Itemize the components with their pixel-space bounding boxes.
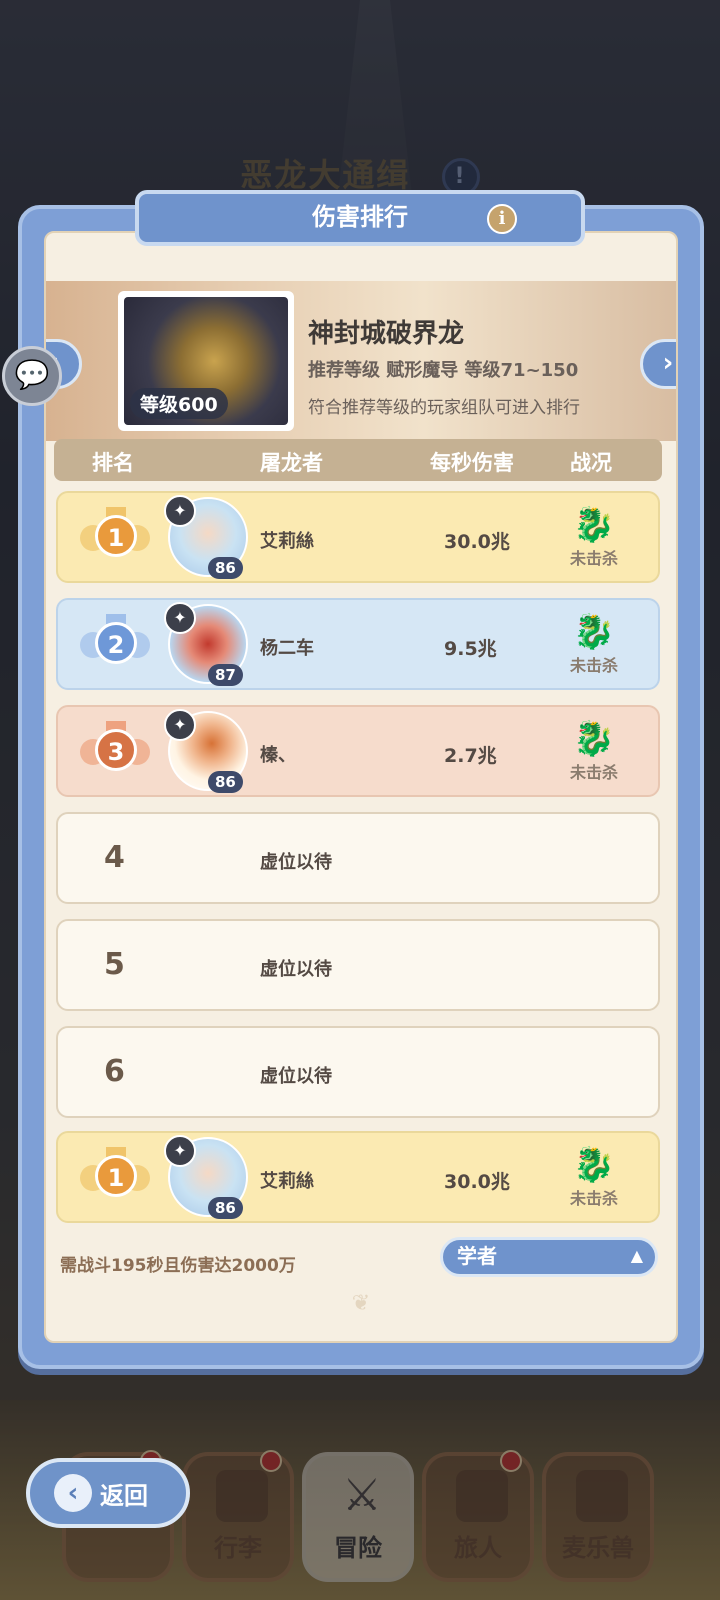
boss-portrait: 等级600 xyxy=(118,291,294,431)
battle-status: 🐉 未击杀 xyxy=(564,1145,624,1209)
class-emblem-icon: ✦ xyxy=(164,709,196,741)
table-row: 6 虚位以待 xyxy=(56,1026,660,1118)
class-emblem-icon: ✦ xyxy=(164,602,196,634)
player-dps: 9.5兆 xyxy=(444,638,497,660)
my-rank-row[interactable]: 1 ✦ 86 艾莉絲 30.0兆 🐉 未击杀 xyxy=(56,1131,660,1223)
vacant-slot: 虚位以待 xyxy=(260,959,332,980)
panel-content: 等级600 神封城破界龙 推荐等级 赋形魔导 等级71~150 符合推荐等级的玩… xyxy=(44,231,678,1343)
vacant-slot: 虚位以待 xyxy=(260,852,332,873)
header-status: 战况 xyxy=(570,451,612,475)
caret-up-icon: ▲ xyxy=(630,1246,643,1265)
battle-status: 🐉 未击杀 xyxy=(564,612,624,676)
ornament-icon: ❦ xyxy=(351,1291,371,1316)
status-text: 未击杀 xyxy=(569,763,618,782)
rank-number: 4 xyxy=(104,840,125,875)
class-select[interactable]: 学者 ▲ xyxy=(440,1237,658,1277)
dragon-icon: 🐉 xyxy=(572,505,616,545)
rank-medal-silver: 2 xyxy=(80,614,150,676)
boss-recommend: 推荐等级 赋形魔导 等级71~150 xyxy=(308,360,579,381)
player-level: 86 xyxy=(208,771,243,793)
player-dps: 2.7兆 xyxy=(444,745,497,767)
rank-number: 3 xyxy=(95,729,137,771)
damage-ranking-panel: 等级600 神封城破界龙 推荐等级 赋形魔导 等级71~150 符合推荐等级的玩… xyxy=(18,205,704,1369)
back-arrow-icon: ‹ xyxy=(54,1474,92,1512)
dragon-icon: 🐉 xyxy=(572,612,616,652)
status-text: 未击杀 xyxy=(569,656,618,675)
boss-banner: 等级600 神封城破界龙 推荐等级 赋形魔导 等级71~150 符合推荐等级的玩… xyxy=(46,281,676,441)
player-level: 86 xyxy=(208,1197,243,1219)
dragon-icon: 🐉 xyxy=(572,1145,616,1185)
rank-number: 2 xyxy=(95,622,137,664)
panel-title: 伤害排行 xyxy=(312,203,408,231)
status-text: 未击杀 xyxy=(569,549,618,568)
ranking-list[interactable]: 1 ✦ 86 艾莉絲 30.0兆 🐉 未击杀 2 ✦ 87 杨二车 9.5兆 🐉… xyxy=(46,487,676,1127)
table-row[interactable]: 3 ✦ 86 榛、 2.7兆 🐉 未击杀 xyxy=(56,705,660,797)
header-slayer: 屠龙者 xyxy=(260,451,323,475)
player-level: 86 xyxy=(208,557,243,579)
table-row: 4 虚位以待 xyxy=(56,812,660,904)
rank-medal-bronze: 3 xyxy=(80,721,150,783)
player-name: 艾莉絲 xyxy=(260,1171,314,1192)
boss-name: 神封城破界龙 xyxy=(308,319,465,349)
battle-status: 🐉 未击杀 xyxy=(564,719,624,783)
header-rank: 排名 xyxy=(92,451,134,475)
chat-icon[interactable]: 💬 xyxy=(2,346,62,406)
table-row: 5 虚位以待 xyxy=(56,919,660,1011)
info-icon[interactable]: i xyxy=(487,204,517,234)
class-emblem-icon: ✦ xyxy=(164,495,196,527)
rank-medal-gold: 1 xyxy=(80,1147,150,1209)
header-dps: 每秒伤害 xyxy=(430,451,514,475)
vacant-slot: 虚位以待 xyxy=(260,1066,332,1087)
rank-number: 6 xyxy=(104,1054,125,1089)
table-header: 排名 屠龙者 每秒伤害 战况 xyxy=(54,439,662,481)
player-name: 榛、 xyxy=(260,745,296,766)
player-level: 87 xyxy=(208,664,243,686)
player-dps: 30.0兆 xyxy=(444,531,510,553)
rank-number: 5 xyxy=(104,947,125,982)
status-text: 未击杀 xyxy=(569,1189,618,1208)
avatar[interactable]: ✦ 86 xyxy=(164,1135,248,1219)
table-row[interactable]: 2 ✦ 87 杨二车 9.5兆 🐉 未击杀 xyxy=(56,598,660,690)
panel-title-tab: 伤害排行 i xyxy=(135,190,585,246)
battle-status: 🐉 未击杀 xyxy=(564,505,624,569)
chevron-right-icon: › xyxy=(662,348,674,378)
back-button-label: 返回 xyxy=(100,1481,148,1510)
avatar[interactable]: ✦ 86 xyxy=(164,709,248,793)
class-select-value: 学者 xyxy=(457,1244,497,1268)
player-name: 杨二车 xyxy=(260,638,314,659)
rank-number: 1 xyxy=(95,515,137,557)
table-row[interactable]: 1 ✦ 86 艾莉絲 30.0兆 🐉 未击杀 xyxy=(56,491,660,583)
boss-note: 符合推荐等级的玩家组队可进入排行 xyxy=(308,398,580,418)
player-dps: 30.0兆 xyxy=(444,1171,510,1193)
rank-medal-gold: 1 xyxy=(80,507,150,569)
avatar[interactable]: ✦ 87 xyxy=(164,602,248,686)
next-boss-button[interactable]: › xyxy=(640,339,676,389)
dragon-icon: 🐉 xyxy=(572,719,616,759)
dragon-image: 等级600 xyxy=(124,297,288,425)
rank-number: 1 xyxy=(95,1155,137,1197)
player-name: 艾莉絲 xyxy=(260,531,314,552)
requirement-note: 需战斗195秒且伤害达2000万 xyxy=(60,1256,296,1276)
class-emblem-icon: ✦ xyxy=(164,1135,196,1167)
boss-level-badge: 等级600 xyxy=(130,388,228,419)
back-button[interactable]: ‹ 返回 xyxy=(26,1458,190,1528)
avatar[interactable]: ✦ 86 xyxy=(164,495,248,579)
